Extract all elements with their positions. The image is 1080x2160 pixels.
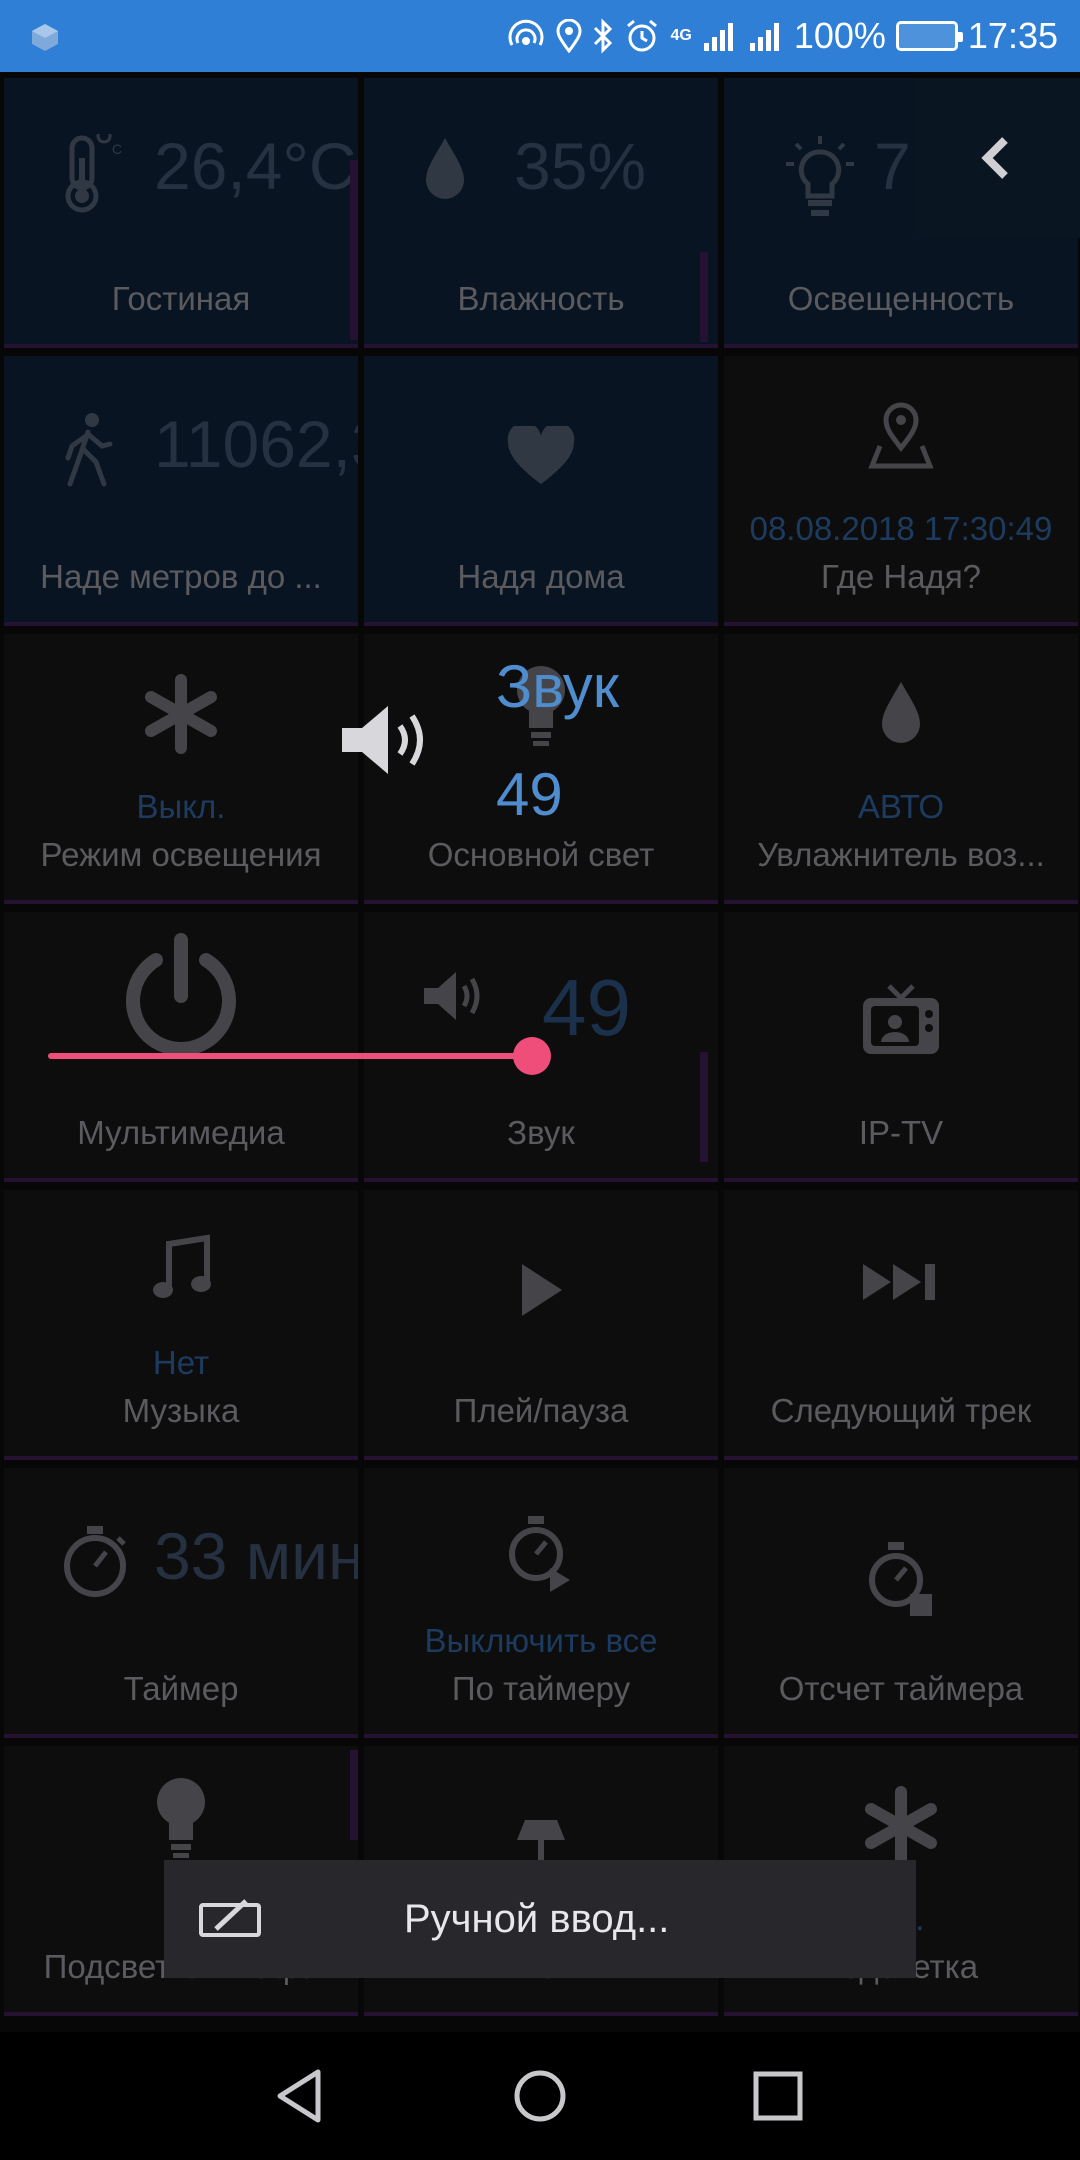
tile-sleduyushchiy-trek[interactable]: Следующий трек	[724, 1190, 1078, 1460]
navigation-bar	[0, 2032, 1080, 2160]
next-track-icon	[861, 1260, 941, 1309]
speaker-icon	[420, 968, 490, 1029]
tile-reading: 49	[542, 963, 631, 1052]
network-type-label: 4G	[670, 27, 692, 44]
tile-accent-bar	[700, 252, 708, 342]
location-pin-icon	[866, 400, 936, 475]
tile-status-value: Нет	[152, 1344, 210, 1381]
tile-pley-pauza[interactable]: Плей/пауза	[364, 1190, 718, 1460]
tile-gostinaya[interactable]: C 26,4°C Гостиная	[4, 78, 358, 348]
tile-nadya-doma[interactable]: Надя дома	[364, 356, 718, 626]
volume-slider-track[interactable]	[48, 1053, 532, 1059]
tile-label: Гостиная	[111, 280, 251, 317]
tile-status-value: АВТО	[857, 788, 945, 825]
tile-otschet-taymera[interactable]: Отсчет таймера	[724, 1468, 1078, 1738]
signal-2-icon	[749, 23, 779, 51]
tv-icon	[859, 982, 943, 1063]
svg-text:C: C	[112, 141, 122, 157]
tile-label: IP-TV	[858, 1114, 944, 1151]
chevron-left-icon	[981, 137, 1008, 179]
tile-reading: 26,4°C	[154, 129, 357, 203]
tile-label: Наде метров до ...	[40, 558, 322, 595]
tile-label: Мультимедиа	[77, 1114, 285, 1151]
app-screen: 4G 100% 17:35 C 26,4°C Гостиная 35% Влажност…	[0, 0, 1080, 2160]
status-bar: 4G 100% 17:35	[0, 0, 1080, 72]
tile-label: Звук	[507, 1114, 575, 1151]
tile-ip-tv[interactable]: IP-TV	[724, 912, 1078, 1182]
location-icon	[556, 19, 582, 53]
timer-stop-icon	[866, 1538, 936, 1623]
volume-title: Звук	[496, 653, 620, 720]
tile-reading: 33 мин.	[154, 1519, 358, 1593]
battery-icon	[895, 21, 963, 51]
tile-reading: 35%	[514, 129, 647, 203]
tile-label: Плей/пауза	[453, 1392, 629, 1429]
tile-label: Таймер	[123, 1670, 239, 1707]
tile-label: Отсчет таймера	[778, 1670, 1024, 1707]
nav-recents-icon[interactable]	[742, 2060, 814, 2132]
water-drop-icon	[420, 134, 470, 209]
edit-icon	[199, 1899, 261, 1937]
signal-icon	[703, 23, 733, 51]
tile-label: Освещенность	[787, 280, 1015, 317]
tile-label: Режим освещения	[40, 836, 322, 873]
tile-status-value: 08.08.2018 17:30:49	[749, 510, 1053, 547]
volume-value: 49	[496, 761, 563, 828]
tile-uvlazhnitel[interactable]: АВТО Увлажнитель воз...	[724, 634, 1078, 904]
speaker-icon	[342, 706, 423, 774]
tile-label: Влажность	[457, 280, 625, 317]
walking-icon	[60, 412, 116, 493]
tile-gde-nadya[interactable]: 08.08.2018 17:30:49 Где Надя?	[724, 356, 1078, 626]
bulb-icon	[151, 1776, 211, 1865]
tile-accent-bar	[350, 160, 358, 340]
app-cube-icon	[32, 24, 58, 51]
tile-multimedia[interactable]: Мультимедиа	[4, 912, 358, 1182]
tile-status-value: Выкл.	[136, 788, 226, 825]
thermometer-icon: C	[60, 128, 130, 219]
alarm-icon	[627, 19, 658, 52]
tile-muzyka[interactable]: Нет Музыка	[4, 1190, 358, 1460]
tile-label: Увлажнитель воз...	[757, 836, 1045, 873]
tile-label: По таймеру	[451, 1670, 631, 1707]
tile-reading: 11062,3	[154, 407, 358, 481]
status-icons: 4G 100% 17:35	[506, 0, 1058, 72]
tile-accent-bar	[350, 1750, 358, 1840]
tile-label: Следующий трек	[770, 1392, 1032, 1429]
music-note-icon	[151, 1234, 211, 1309]
power-icon	[116, 932, 246, 1067]
nav-back-icon[interactable]	[266, 2060, 338, 2132]
tile-po-taymeru[interactable]: Выключить все По таймеру	[364, 1468, 718, 1738]
asterisk-icon	[861, 1786, 941, 1871]
manual-input-menu-item[interactable]: Ручной ввод...	[164, 1860, 916, 1978]
hotspot-icon	[509, 19, 544, 46]
tile-nadya-metrov[interactable]: 11062,3 Наде метров до ...	[4, 356, 358, 626]
manual-input-label: Ручной ввод...	[404, 1896, 670, 1941]
tile-label: Музыка	[122, 1392, 240, 1429]
tile-label: Надя дома	[457, 558, 625, 595]
timer-play-icon	[506, 1512, 576, 1597]
nav-home-icon[interactable]	[504, 2060, 576, 2132]
back-chevron-button[interactable]	[914, 78, 1080, 238]
heart-icon	[506, 422, 576, 493]
lightbulb-icon	[780, 134, 860, 229]
stopwatch-icon	[60, 1524, 130, 1605]
tile-label: Где Надя?	[820, 558, 982, 595]
tile-accent-bar	[700, 1052, 708, 1162]
bluetooth-icon	[594, 18, 613, 54]
asterisk-icon	[141, 674, 221, 759]
volume-slider-thumb[interactable]	[513, 1037, 551, 1075]
tile-status-value: Выключить все	[424, 1622, 658, 1659]
tile-vlazhnost[interactable]: 35% Влажность	[364, 78, 718, 348]
tile-rezhim-osveshcheniya[interactable]: Выкл. Режим освещения	[4, 634, 358, 904]
play-icon	[516, 1260, 566, 1325]
tile-taymer[interactable]: 33 мин. Таймер	[4, 1468, 358, 1738]
water-drop-icon	[876, 678, 926, 753]
tile-label: Основной свет	[427, 836, 655, 873]
clock-time: 17:35	[967, 15, 1058, 56]
battery-percent: 100%	[793, 15, 886, 56]
